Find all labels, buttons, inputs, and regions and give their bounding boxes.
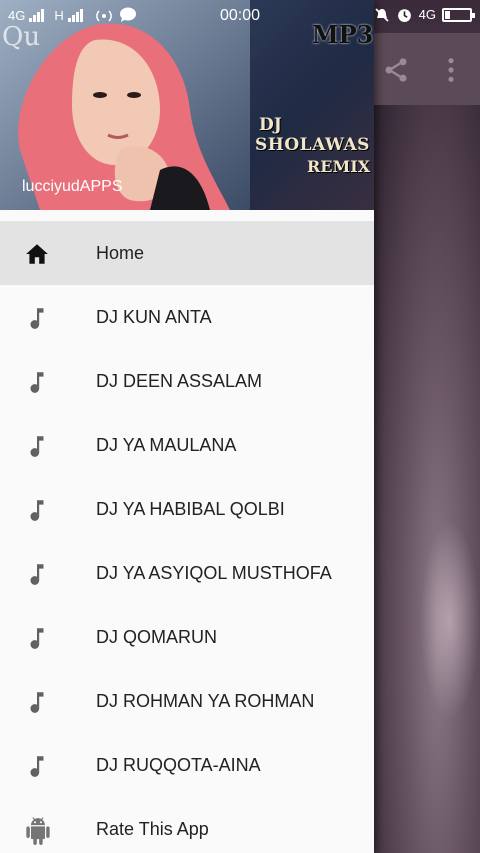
status-right: 4G [374, 6, 475, 23]
network-type-right: 4G [418, 7, 436, 22]
background-light [420, 520, 480, 720]
drawer-item-dj-qomarun[interactable]: DJ QOMARUN [0, 605, 374, 669]
status-bar: 4G H 00:00 4G [0, 0, 480, 33]
share-icon[interactable] [382, 56, 410, 84]
music-note-icon [24, 753, 50, 779]
banner-sholawat-text: SHOLAWAS [255, 135, 370, 155]
drawer-item-label: DJ RUQQOTA-AINA [96, 755, 261, 775]
drawer-item-dj-ya-habibal-qolbi[interactable]: DJ YA HABIBAL QOLBI [0, 477, 374, 541]
navigation-drawer: Qu MP3 DJ SHOLAWAS REMIX lucciyudAPPS Ho… [0, 0, 374, 853]
drawer-item-rate-this-app[interactable]: Rate This App [0, 797, 374, 853]
drawer-item-label: Rate This App [96, 819, 209, 839]
drawer-item-label: Home [96, 243, 145, 263]
mute-icon [375, 7, 389, 22]
header-banner: DJ SHOLAWAS REMIX [245, 110, 374, 190]
music-note-icon [24, 433, 50, 459]
drawer-item-label: DJ DEEN ASSALAM [96, 371, 263, 391]
home-icon [24, 241, 50, 267]
drawer-item-dj-kun-anta[interactable]: DJ KUN ANTA [0, 285, 374, 349]
background-photo [374, 105, 480, 853]
drawer-item-label: DJ YA HABIBAL QOLBI [96, 499, 285, 519]
music-note-icon [24, 497, 50, 523]
drawer-item-dj-ya-asyiqol-musthofa[interactable]: DJ YA ASYIQOL MUSTHOFA [0, 541, 374, 605]
drawer-item-home[interactable]: Home [0, 221, 374, 285]
header-app-name: lucciyudAPPS [22, 178, 123, 195]
more-vert-icon[interactable] [444, 56, 458, 84]
battery-icon [442, 7, 475, 22]
alarm-icon [397, 9, 411, 22]
music-note-icon [24, 625, 50, 651]
drawer-item-label: DJ KUN ANTA [96, 307, 212, 327]
music-note-icon [24, 369, 50, 395]
banner-remix-text: REMIX [307, 157, 371, 176]
drawer-item-dj-ya-maulana[interactable]: DJ YA MAULANA [0, 413, 374, 477]
music-note-icon [24, 689, 50, 715]
drawer-item-label: DJ YA ASYIQOL MUSTHOFA [96, 563, 332, 583]
drawer-item-label: DJ ROHMAN YA ROHMAN [96, 691, 315, 711]
music-note-icon [24, 561, 50, 587]
drawer-menu: Home DJ KUN ANTA DJ DEEN ASSALAM DJ YA MAUL… [0, 221, 374, 853]
android-icon [24, 817, 50, 845]
drawer-item-label: DJ YA MAULANA [96, 435, 237, 455]
drawer-item-dj-deen-assalam[interactable]: DJ DEEN ASSALAM [0, 349, 374, 413]
drawer-item-dj-ruqqota-aina[interactable]: DJ RUQQOTA-AINA [0, 733, 374, 797]
music-note-icon [24, 305, 50, 331]
banner-dj-text: DJ [259, 115, 282, 135]
drawer-item-dj-rohman-ya-rohman[interactable]: DJ ROHMAN YA ROHMAN [0, 669, 374, 733]
drawer-item-label: DJ QOMARUN [96, 627, 217, 647]
